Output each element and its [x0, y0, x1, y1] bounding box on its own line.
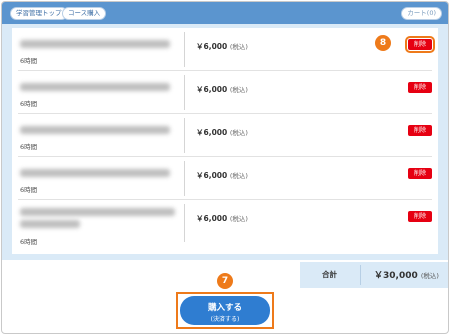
course-name	[20, 126, 170, 134]
delete-button[interactable]: 削除	[408, 82, 432, 93]
cart-row: 6時間 ￥6,000 (税込) 削除	[12, 157, 438, 200]
cart-row: 6時間 ￥6,000 (税込) 削除	[12, 71, 438, 114]
row-divider	[184, 118, 185, 153]
course-price: ￥6,000 (税込)	[196, 214, 248, 223]
delete-button[interactable]: 削除	[408, 211, 432, 222]
total-box: 合計 ￥30,000 (税込)	[300, 262, 448, 288]
course-purchase-link[interactable]: コース購入	[62, 7, 107, 20]
course-duration: 6時間	[20, 238, 38, 246]
delete-button[interactable]: 削除	[408, 125, 432, 136]
course-price: ￥6,000 (税込)	[196, 128, 248, 137]
course-price: ￥6,000 (税込)	[196, 42, 248, 51]
total-value: ￥30,000 (税込)	[374, 271, 439, 281]
course-name	[20, 169, 170, 177]
course-duration: 6時間	[20, 186, 38, 194]
row-divider	[184, 204, 185, 242]
course-name	[20, 83, 170, 91]
top-bar: 学習管理トップ コース購入 カート(0)	[2, 2, 448, 24]
step-badge-buy: 7	[217, 273, 233, 289]
cart-list-area: 6時間 ￥6,000 (税込) 削除 6時間 ￥6,000 (税込) 削除 6時…	[2, 24, 448, 260]
delete-button[interactable]: 削除	[408, 168, 432, 179]
row-divider	[184, 32, 185, 67]
course-duration: 6時間	[20, 143, 38, 151]
row-divider	[184, 75, 185, 110]
total-divider	[360, 265, 361, 285]
cart-row: 6時間 ￥6,000 (税込) 削除	[12, 114, 438, 157]
course-duration: 6時間	[20, 100, 38, 108]
buy-button-label: 購入する	[207, 303, 242, 313]
course-name	[20, 40, 170, 48]
course-name-line2	[20, 220, 80, 228]
course-name	[20, 208, 175, 216]
learning-top-link[interactable]: 学習管理トップ	[10, 7, 68, 20]
cart-row: 6時間 ￥6,000 (税込) 削除	[12, 200, 438, 248]
cart-button[interactable]: カート(0)	[401, 7, 442, 20]
delete-button[interactable]: 削除	[405, 36, 435, 53]
row-divider	[184, 161, 185, 196]
cart-list: 6時間 ￥6,000 (税込) 削除 6時間 ￥6,000 (税込) 削除 6時…	[12, 28, 438, 254]
course-price: ￥6,000 (税込)	[196, 171, 248, 180]
buy-button-sublabel: (決済する)	[210, 316, 240, 323]
buy-button[interactable]: 購入する (決済する)	[180, 296, 270, 325]
total-label: 合計	[322, 270, 337, 279]
course-duration: 6時間	[20, 57, 38, 65]
cart-row: 6時間 ￥6,000 (税込) 削除	[12, 28, 438, 71]
course-price: ￥6,000 (税込)	[196, 85, 248, 94]
step-badge-delete: 8	[375, 35, 391, 51]
